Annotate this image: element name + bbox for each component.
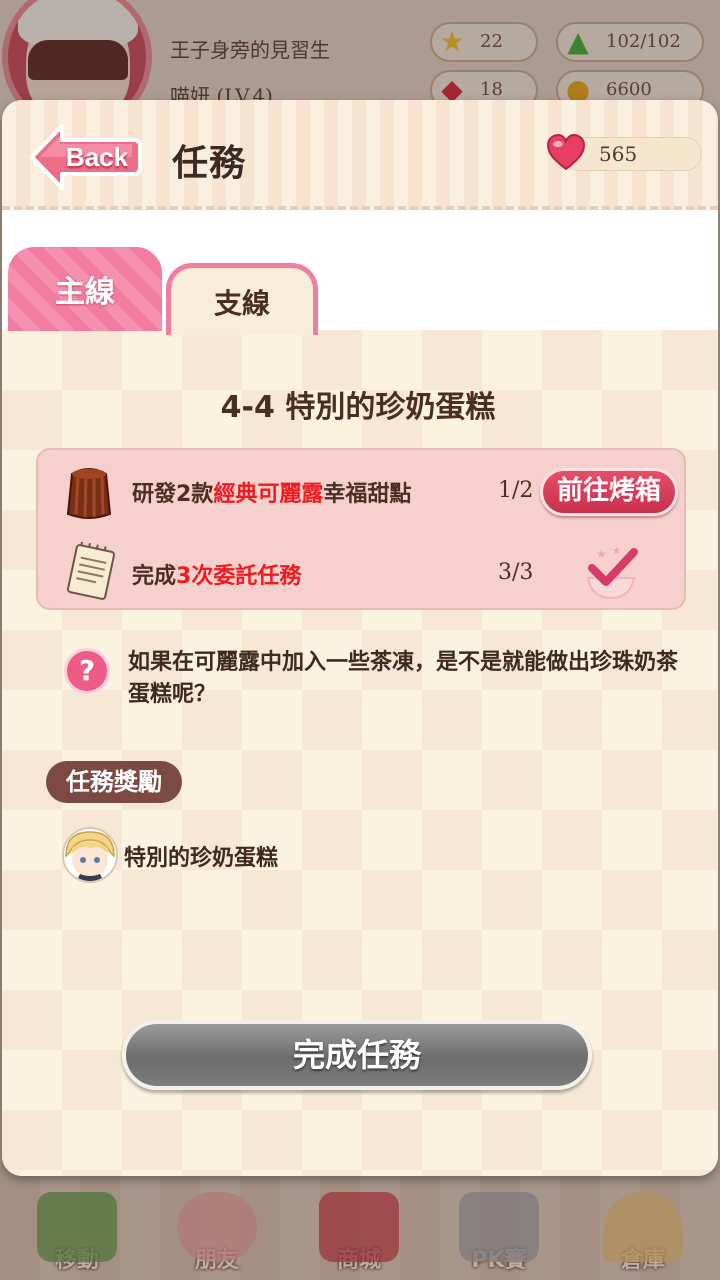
hearts-counter: 565 (546, 133, 702, 171)
task-text-highlight: 經典可麗露 (213, 482, 324, 507)
tab-main-quest[interactable]: 主線 (8, 247, 162, 331)
task-text-prefix: 完成 (132, 564, 177, 589)
character-portrait-icon (62, 827, 118, 883)
back-button[interactable]: Back (26, 120, 144, 194)
tab-main-label: 主線 (55, 275, 115, 310)
heart-icon (546, 133, 586, 171)
notepad-icon (66, 542, 116, 600)
reward-item-name: 特別的珍奶蛋糕 (124, 846, 279, 871)
dialog-header: Back 任務 565 (2, 100, 718, 210)
canele-icon (66, 468, 112, 519)
quest-dialog: Back 任務 565 主線 支線 (2, 100, 718, 1176)
svg-text:★: ★ (612, 546, 621, 557)
task-list: 研發2款經典可麗露幸福甜點 1/2 前往烤箱 完成3次委託任務 3/3 ★ ★ (36, 448, 686, 610)
question-icon: ? (64, 648, 110, 694)
task-row: 完成3次委託任務 3/3 ★ ★ (38, 534, 684, 614)
task-text-highlight: 3次委託任務 (176, 564, 302, 589)
task-description: 研發2款經典可麗露幸福甜點 (132, 476, 411, 508)
hearts-value: 565 (599, 142, 638, 166)
tab-side-label: 支線 (213, 286, 270, 320)
task-row: 研發2款經典可麗露幸福甜點 1/2 前往烤箱 (38, 452, 684, 532)
reward-heading: 任務獎勵 (46, 761, 182, 803)
complete-quest-button[interactable]: 完成任務 (122, 1020, 592, 1090)
task-progress: 3/3 (498, 560, 534, 585)
task-text-suffix: 幸福甜點 (323, 482, 412, 507)
svg-text:★: ★ (596, 547, 607, 561)
task-progress: 1/2 (498, 478, 534, 503)
quest-hint: 如果在可麗露中加入一些茶凍，是不是就能做出珍珠奶茶蛋糕呢？ (128, 650, 679, 707)
task-description: 完成3次委託任務 (132, 558, 301, 590)
page-title: 任務 (172, 143, 247, 184)
go-to-oven-button[interactable]: 前往烤箱 (540, 468, 678, 516)
tab-side-quest[interactable]: 支線 (166, 263, 318, 335)
back-label: Back (65, 142, 129, 172)
quest-title: 4-4 特別的珍奶蛋糕 (220, 390, 496, 425)
checkmark-icon: ★ ★ (586, 546, 638, 600)
task-text-prefix: 研發2款 (132, 482, 214, 507)
